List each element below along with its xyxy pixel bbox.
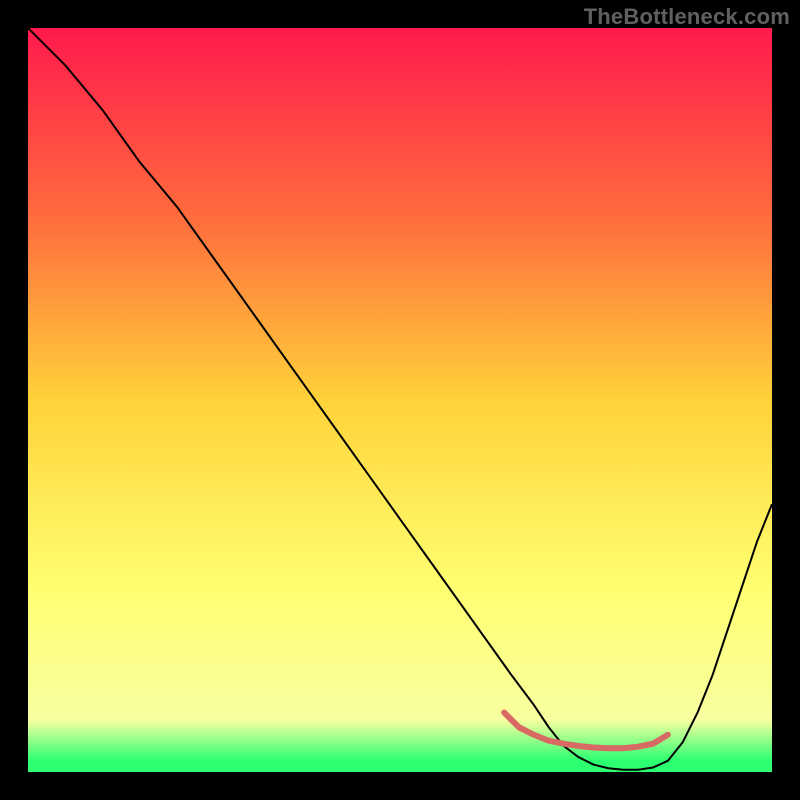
bottleneck-chart <box>28 28 772 772</box>
chart-frame: TheBottleneck.com <box>0 0 800 800</box>
gradient-background <box>28 28 772 772</box>
watermark-text: TheBottleneck.com <box>584 4 790 30</box>
